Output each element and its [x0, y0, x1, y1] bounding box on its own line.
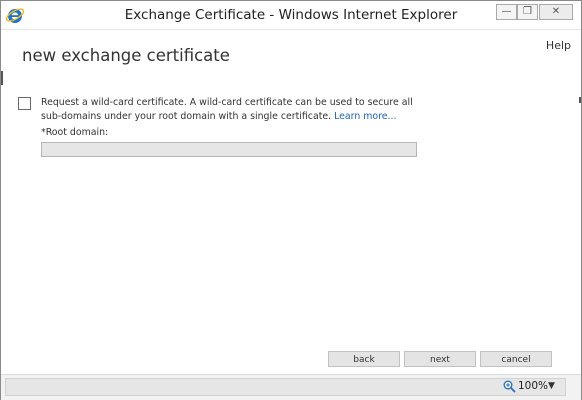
window-title: Exchange Certificate - Windows Internet … [124, 7, 458, 23]
minimize-icon: — [501, 6, 512, 17]
close-icon: ✕ [551, 6, 561, 17]
cancel-button[interactable]: cancel [480, 351, 552, 367]
next-button[interactable]: next [404, 351, 476, 367]
browser-window: Exchange Certificate - Windows Internet … [0, 0, 582, 400]
status-panel [5, 378, 566, 396]
minimize-button[interactable]: — [496, 4, 517, 20]
chevron-down-icon[interactable]: ▼ [548, 381, 555, 391]
root-domain-input[interactable] [41, 142, 417, 157]
learn-more-link[interactable]: Learn more... [334, 111, 396, 122]
help-link[interactable]: Help [546, 39, 571, 52]
zoom-icon[interactable] [503, 380, 516, 393]
page-title: new exchange certificate [22, 46, 230, 65]
page-content: Help new exchange certificate Request a … [1, 30, 581, 374]
restore-icon: ❐ [523, 6, 532, 17]
wildcard-description: Request a wild-card certificate. A wild-… [41, 96, 416, 124]
status-bar: 100% ▼ [1, 374, 581, 400]
restore-button[interactable]: ❐ [517, 4, 538, 20]
close-button[interactable]: ✕ [539, 4, 573, 20]
edge-marker [579, 97, 581, 103]
edge-marker-left [1, 71, 3, 85]
back-button[interactable]: back [328, 351, 400, 367]
wildcard-checkbox[interactable] [18, 97, 31, 110]
root-domain-label: *Root domain: [41, 127, 109, 138]
title-bar: Exchange Certificate - Windows Internet … [1, 1, 581, 30]
zoom-level: 100% [518, 380, 549, 392]
